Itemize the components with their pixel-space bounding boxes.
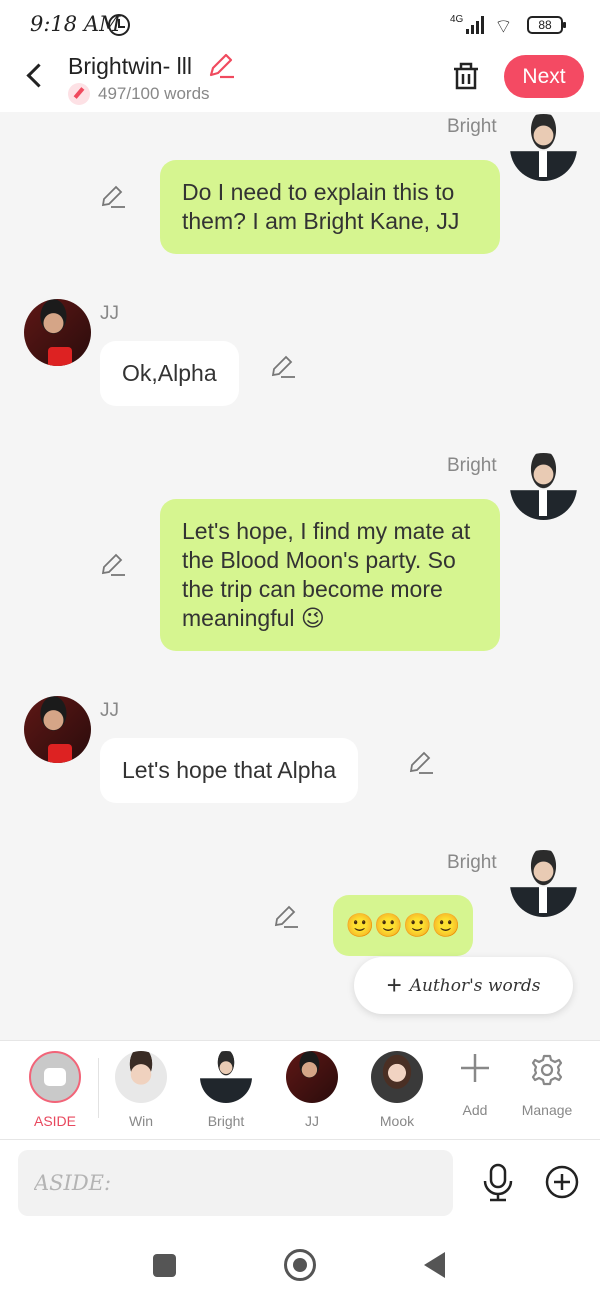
next-button[interactable]: Next xyxy=(504,55,584,98)
word-count: 497/100 words xyxy=(98,84,210,103)
manage-label: Manage xyxy=(521,1102,573,1118)
status-bar: 9:18 AM 4G ⌔ 88 xyxy=(0,0,600,48)
divider xyxy=(98,1058,99,1118)
author-words-label: Author's words xyxy=(409,975,541,996)
character-aside[interactable]: ASIDE xyxy=(20,1051,90,1129)
sender-name: Bright xyxy=(447,852,497,873)
recent-apps-icon[interactable] xyxy=(153,1254,176,1277)
avatar-jj[interactable] xyxy=(24,696,91,763)
edit-message-pencil-icon[interactable] xyxy=(408,750,434,776)
input-bar xyxy=(0,1141,600,1231)
avatar-jj[interactable] xyxy=(24,299,91,366)
character-win[interactable]: Win xyxy=(106,1051,176,1129)
home-icon[interactable] xyxy=(284,1249,316,1281)
message-bubble[interactable]: Let's hope that Alpha xyxy=(100,738,359,803)
story-title[interactable]: Brightwin- lll xyxy=(68,53,192,80)
pencil-icon xyxy=(68,83,90,105)
network-type: 4G xyxy=(450,14,464,25)
character-selector: ASIDE Win Bright JJ Mook Add Manage xyxy=(0,1040,600,1140)
plus-icon: + xyxy=(386,970,402,1000)
editor-header: Brightwin- lll 497/100 words Next xyxy=(0,48,600,112)
character-label: JJ xyxy=(305,1113,319,1129)
character-label: Bright xyxy=(207,1113,245,1129)
back-icon[interactable] xyxy=(22,62,52,92)
sender-name: JJ xyxy=(100,303,119,324)
chat-area[interactable]: Bright Do I need to explain this to them… xyxy=(0,112,600,1040)
title-edit-pencil-icon[interactable] xyxy=(206,52,236,80)
message-bubble[interactable]: Do I need to explain this to them? I am … xyxy=(160,160,500,254)
nav-back-icon[interactable] xyxy=(424,1252,445,1278)
battery-indicator: 88 xyxy=(527,16,566,34)
edit-message-pencil-icon[interactable] xyxy=(273,904,299,930)
character-bright[interactable]: Bright xyxy=(191,1051,261,1129)
edit-message-pencil-icon[interactable] xyxy=(100,552,126,578)
message-bubble[interactable]: 🙂🙂🙂🙂 xyxy=(333,895,473,956)
character-label: Win xyxy=(128,1113,154,1129)
wifi-icon: ⌔ xyxy=(494,16,513,38)
avatar xyxy=(286,1051,338,1103)
manage-characters-button[interactable]: Manage xyxy=(507,1053,587,1118)
word-count-row: 497/100 words xyxy=(68,83,210,105)
sender-name: Bright xyxy=(447,116,497,137)
status-time: 9:18 AM xyxy=(30,12,121,36)
character-jj[interactable]: JJ xyxy=(277,1051,347,1129)
avatar-bright[interactable] xyxy=(510,114,577,181)
add-label: Add xyxy=(462,1102,488,1118)
sender-name: Bright xyxy=(447,455,497,476)
message-bubble[interactable]: Ok,Alpha xyxy=(100,341,239,406)
gear-icon xyxy=(531,1054,563,1086)
message-input[interactable] xyxy=(18,1150,453,1216)
character-mook[interactable]: Mook xyxy=(362,1051,432,1129)
alarm-icon xyxy=(108,14,130,36)
character-label: Mook xyxy=(379,1113,415,1129)
aside-icon xyxy=(29,1051,81,1103)
signal-icon xyxy=(466,16,486,34)
avatar-bright[interactable] xyxy=(510,453,577,520)
character-label: ASIDE xyxy=(33,1113,76,1129)
trash-icon[interactable] xyxy=(452,61,480,91)
avatar xyxy=(200,1051,252,1103)
avatar-bright[interactable] xyxy=(510,850,577,917)
edit-message-pencil-icon[interactable] xyxy=(270,354,296,380)
avatar xyxy=(371,1051,423,1103)
sender-name: JJ xyxy=(100,700,119,721)
plus-icon xyxy=(461,1054,489,1082)
message-bubble[interactable]: Let's hope, I find my mate at the Blood … xyxy=(160,499,500,651)
add-character-button[interactable]: Add xyxy=(435,1053,515,1118)
microphone-icon[interactable] xyxy=(480,1163,516,1203)
system-nav-bar xyxy=(0,1231,600,1300)
author-words-button[interactable]: + Author's words xyxy=(354,957,573,1014)
edit-message-pencil-icon[interactable] xyxy=(100,184,126,210)
add-circle-icon[interactable] xyxy=(545,1165,579,1199)
avatar xyxy=(115,1051,167,1103)
